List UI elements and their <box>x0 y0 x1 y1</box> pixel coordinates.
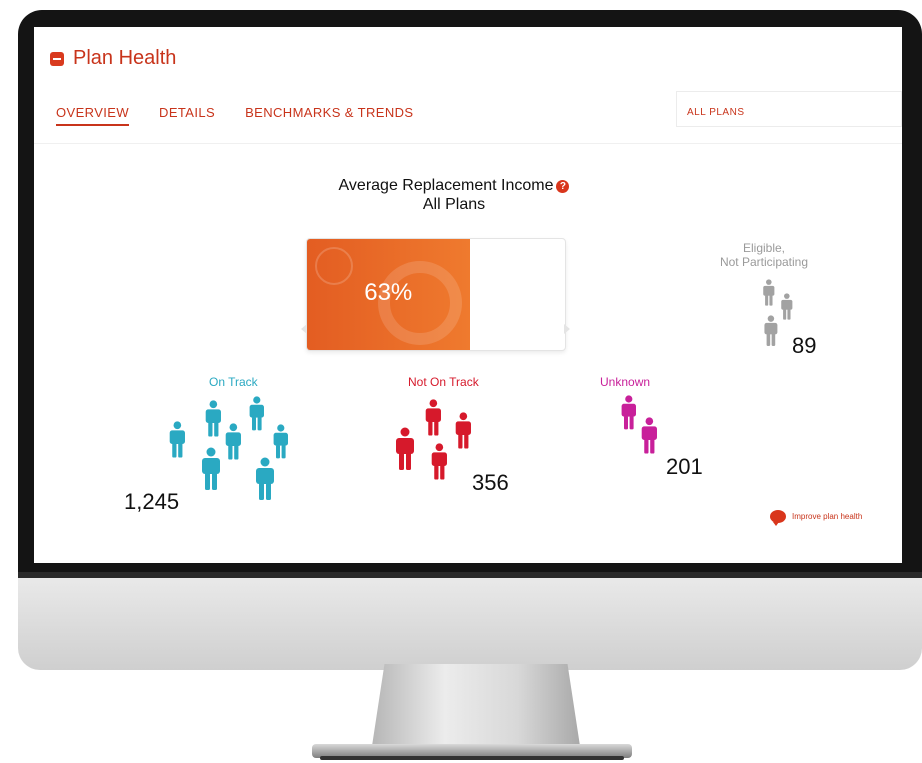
bar-left-marker <box>301 324 307 334</box>
monitor-stand-base-shadow <box>320 756 624 760</box>
eligible-label-line1: Eligible, <box>742 241 786 255</box>
replacement-income-bar-fill: 63% <box>307 239 470 350</box>
app-title: Plan Health <box>73 47 177 69</box>
replacement-income-subtitle: All Plans <box>422 196 486 213</box>
unknown-count: 201 <box>666 454 703 479</box>
collapse-icon[interactable] <box>50 51 64 66</box>
person-icon <box>205 400 221 437</box>
tab-benchmarks-trends[interactable]: BENCHMARKS & TRENDS <box>245 105 413 126</box>
replacement-income-bar: 63% <box>306 238 566 351</box>
tab-overview[interactable]: OVERVIEW <box>56 105 130 126</box>
person-icon <box>431 443 447 480</box>
person-icon <box>781 293 793 320</box>
monitor-stand <box>372 664 580 746</box>
person-icon <box>455 412 471 449</box>
eligible-label-line2: Not Participating <box>719 255 809 269</box>
question-icon[interactable]: ? <box>556 180 570 193</box>
person-icon <box>764 315 778 346</box>
not-on-track-count: 356 <box>472 470 509 495</box>
improve-plan-health-link[interactable]: Improve plan health <box>770 510 863 526</box>
not-on-track-label: Not On Track <box>408 375 479 389</box>
improve-plan-health-label: Improve plan health <box>792 512 863 521</box>
person-icon <box>763 279 775 306</box>
replacement-income-title: Average Replacement Income <box>338 177 554 194</box>
eligible-count: 89 <box>792 333 817 358</box>
unknown-label: Unknown <box>600 375 651 389</box>
bar-right-marker <box>564 324 570 334</box>
replacement-income-heading: Average Replacement Income? All Plans <box>304 176 604 214</box>
tab-bar: OVERVIEW DETAILS BENCHMARKS & TRENDS <box>56 105 414 126</box>
person-icon <box>169 421 185 458</box>
person-icon <box>641 417 657 454</box>
screen: Plan Health OVERVIEW DETAILS BENCHMARKS … <box>34 27 902 563</box>
person-icon <box>396 427 414 470</box>
person-icon <box>202 447 220 490</box>
tab-details[interactable]: DETAILS <box>159 105 215 126</box>
app-header: Plan Health <box>50 47 176 70</box>
eligible-label: Eligible, Not Participating <box>704 241 824 269</box>
person-icon <box>273 424 288 459</box>
speech-bubble-icon <box>770 510 786 526</box>
monitor-chin <box>18 572 922 670</box>
on-track-label: On Track <box>209 375 258 389</box>
person-icon <box>621 395 636 430</box>
person-icon <box>225 423 241 460</box>
person-icon <box>249 396 264 431</box>
on-track-count: 1,245 <box>124 489 180 514</box>
header-divider <box>34 143 902 144</box>
person-icon <box>425 399 441 436</box>
plan-filter-select[interactable]: ALL PLANS <box>676 91 902 127</box>
replacement-income-percent: 63% <box>364 279 413 306</box>
person-icon <box>256 457 274 500</box>
